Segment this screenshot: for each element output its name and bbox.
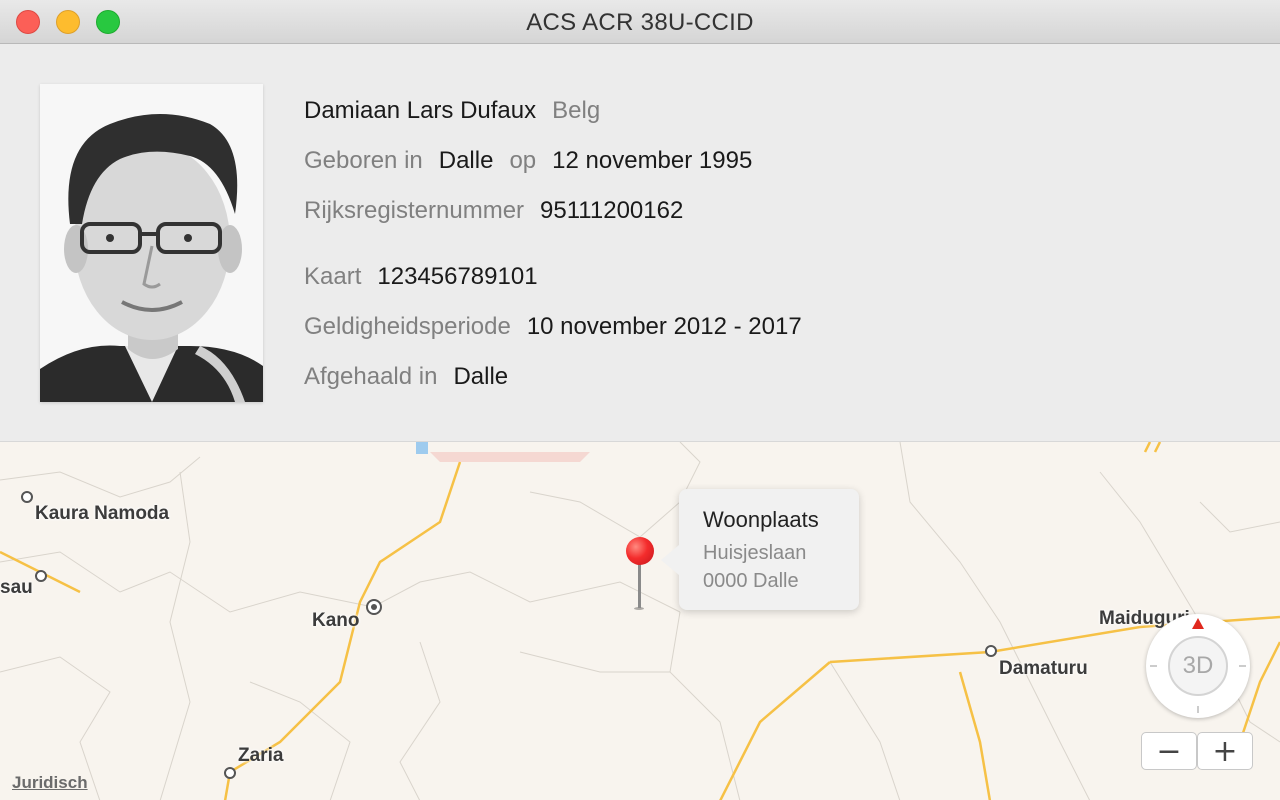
compass-tick <box>1150 665 1157 667</box>
birth-row: Geboren in Dalle op 12 november 1995 <box>304 147 752 175</box>
map-view[interactable]: Kaura Namoda sau Kano Zaria Maiduguri Da… <box>0 441 1280 800</box>
city-kaura-namoda: Kaura Namoda <box>35 503 170 524</box>
callout-city: 0000 Dalle <box>703 570 799 592</box>
issued-place: Dalle <box>453 363 509 390</box>
identity-panel: Damiaan Lars Dufaux Belg Geboren in Dalle o… <box>0 45 1280 441</box>
city-damaturu: Damaturu <box>999 658 1088 679</box>
compass-north-icon <box>1192 618 1204 629</box>
name-row: Damiaan Lars Dufaux Belg <box>304 97 600 125</box>
on-label: op <box>509 147 537 174</box>
validity-row: Geldigheidsperiode 10 november 2012 - 201… <box>304 313 802 341</box>
city-kano: Kano <box>312 610 360 631</box>
title-bar: ACS ACR 38U-CCID <box>0 0 1280 44</box>
card-label: Kaart <box>304 263 362 290</box>
pin-stem <box>638 562 641 608</box>
issued-row: Afgehaald in Dalle <box>304 363 508 391</box>
compass-tick <box>1239 665 1246 667</box>
zoom-out-button[interactable]: − <box>1141 732 1197 770</box>
compass-tick <box>1197 706 1199 713</box>
capital-marker <box>366 599 382 615</box>
id-photo <box>40 84 263 402</box>
location-callout[interactable]: Woonplaats Huisjeslaan 0000 Dalle <box>661 489 859 610</box>
city-marker <box>985 645 997 657</box>
full-name: Damiaan Lars Dufaux <box>304 97 537 124</box>
location-pin-icon[interactable] <box>626 537 654 565</box>
compass-control[interactable]: 3D <box>1146 614 1250 718</box>
city-zaria: Zaria <box>238 745 284 766</box>
city-marker <box>224 767 236 779</box>
city-marker <box>21 491 33 503</box>
national-number: 95111200162 <box>540 197 684 224</box>
national-number-row: Rijksregisternummer 95111200162 <box>304 197 683 225</box>
birth-date: 12 november 1995 <box>552 147 753 174</box>
city-marker <box>35 570 47 582</box>
issued-label: Afgehaald in <box>304 363 438 390</box>
callout-title: Woonplaats <box>703 507 819 532</box>
compass-3d-button[interactable]: 3D <box>1168 636 1228 696</box>
legal-link[interactable]: Juridisch <box>12 773 88 793</box>
nationality: Belg <box>552 97 601 124</box>
validity-label: Geldigheidsperiode <box>304 313 511 340</box>
born-label: Geboren in <box>304 147 423 174</box>
card-row: Kaart 123456789101 <box>304 263 538 291</box>
validity-period: 10 november 2012 - 2017 <box>526 313 802 340</box>
window-title: ACS ACR 38U-CCID <box>526 9 754 36</box>
zoom-in-button[interactable]: + <box>1197 732 1253 770</box>
birth-place: Dalle <box>438 147 494 174</box>
national-number-label: Rijksregisternummer <box>304 197 525 224</box>
city-sau: sau <box>0 577 33 598</box>
callout-street: Huisjeslaan <box>703 542 807 564</box>
map-roads <box>0 442 1280 800</box>
portrait-image <box>40 84 263 402</box>
card-number: 123456789101 <box>377 263 538 290</box>
